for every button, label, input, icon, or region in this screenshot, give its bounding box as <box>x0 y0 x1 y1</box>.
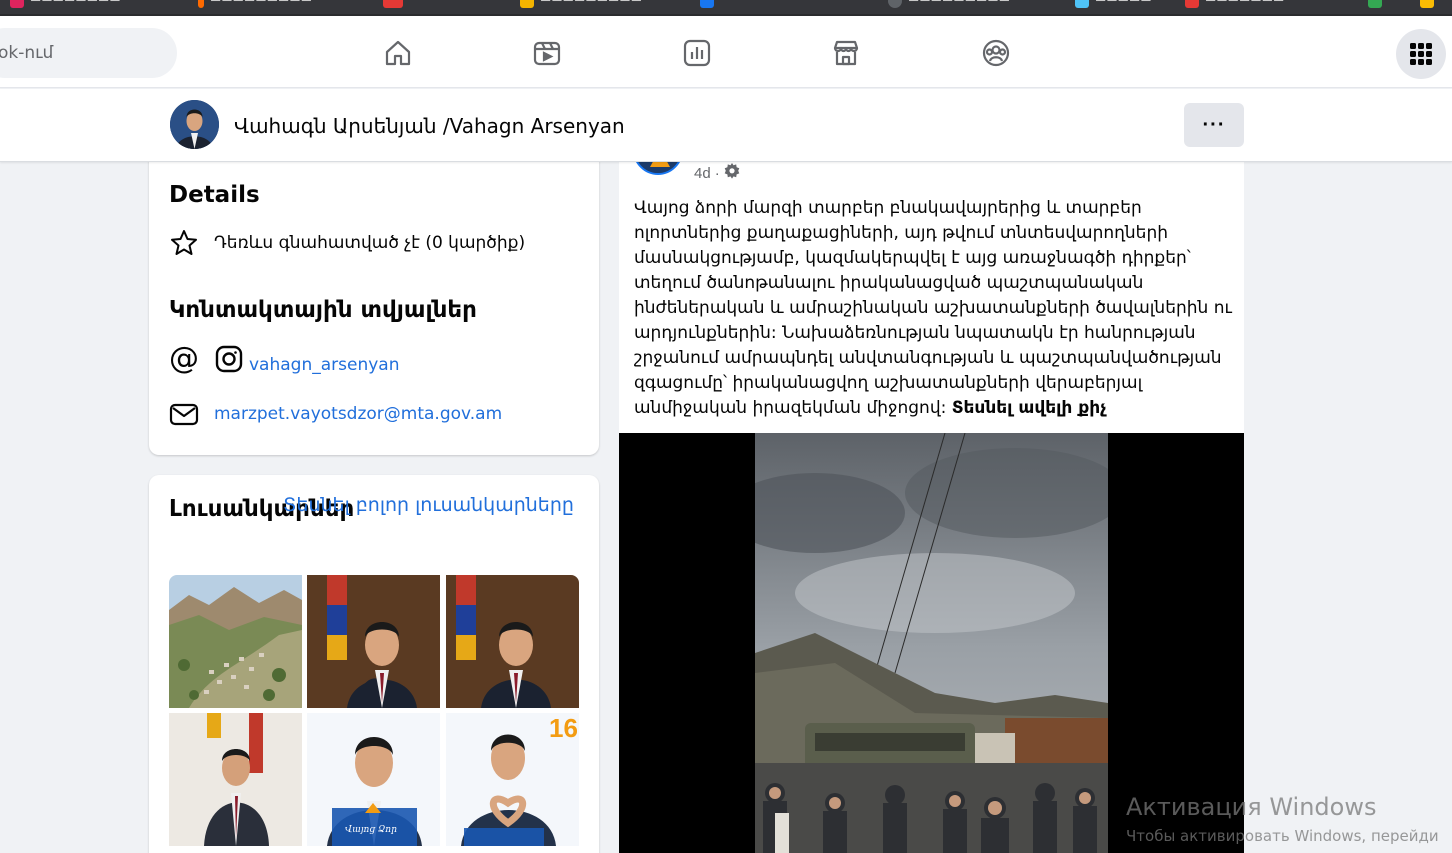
photo-badge-number: 16 <box>549 713 578 743</box>
watermark-title: Активация Windows <box>1126 793 1377 821</box>
separator-dot: · <box>714 164 720 182</box>
photo-thumbnail[interactable] <box>169 713 302 846</box>
bookmark-icon[interactable] <box>888 0 902 8</box>
photo-caption: Վայոց Ձոր <box>345 825 397 835</box>
bookmark-icon[interactable] <box>1368 0 1382 8</box>
bookmark-icon[interactable] <box>383 0 403 8</box>
photos-card: Լուսանկարներ Տեսնել բոլոր լուսանկարները <box>149 475 599 853</box>
bookmark-icon[interactable] <box>1185 0 1199 8</box>
photo-thumbnail[interactable] <box>307 575 440 708</box>
instagram-row: @ vahagn_arsenyan <box>169 341 400 376</box>
photo-thumbnail[interactable]: Վայոց Ձոր <box>307 713 440 846</box>
profile-header-bar: Վահագն Արսենյան /Vahagn Arsenyan ··· <box>0 89 1452 162</box>
post-timestamp[interactable]: 4d <box>694 165 711 182</box>
post-meta: 4d · <box>694 163 740 183</box>
ads-manager-icon[interactable] <box>680 36 714 70</box>
bookmark-icon[interactable] <box>1075 0 1089 8</box>
bookmark-icon[interactable] <box>700 0 714 8</box>
details-title: Details <box>169 182 260 208</box>
bookmark-label[interactable]: ▬▬▬▬▬▬▬▬▬ <box>210 0 312 5</box>
apps-grid-icon[interactable] <box>1396 29 1446 79</box>
watch-icon[interactable] <box>530 36 564 70</box>
search-input[interactable]: ok-ում <box>0 28 177 78</box>
see-less-link[interactable]: Տեսնել ավելի քիչ <box>952 398 1107 418</box>
see-all-photos-link[interactable]: Տեսնել բոլոր լուսանկարները <box>283 494 574 516</box>
intro-card: Details Դեռևս գնահատված չէ (0 կարծիք) Կո… <box>149 140 599 455</box>
bookmark-icon[interactable] <box>1420 0 1434 8</box>
email-link[interactable]: marzpet.vayotsdzor@mta.gov.am <box>214 404 502 424</box>
video-frame <box>755 433 1108 853</box>
contacts-title: Կոնտակտային տվյալներ <box>169 297 477 323</box>
bookmark-label[interactable]: ▬▬▬▬▬ <box>1095 0 1152 5</box>
photo-thumbnail[interactable] <box>169 575 302 708</box>
watermark-subtitle: Чтобы активировать Windows, перейди <box>1126 827 1439 845</box>
photos-title: Լուսանկարներ <box>169 496 355 522</box>
bookmark-icon[interactable] <box>198 0 204 8</box>
profile-avatar[interactable] <box>170 100 219 149</box>
post-card: 4d · Վայոց ձորի մարզի տարբեր բնակավայրեր… <box>619 140 1244 853</box>
instagram-link[interactable]: vahagn_arsenyan <box>249 355 400 375</box>
rating-row: Դեռևս գնահատված չէ (0 կարծիք) <box>169 228 525 258</box>
bookmark-icon[interactable] <box>520 0 534 8</box>
post-text: Վայոց ձորի մարզի տարբեր բնակավայրերից և … <box>634 196 1234 421</box>
browser-bookmarks-bar: ▬▬▬▬▬▬▬▬ ▬▬▬▬▬▬▬▬▬ ▬▬▬▬▬▬▬▬▬ ▬▬▬▬▬▬▬▬▬ ▬… <box>0 0 1452 16</box>
instagram-icon <box>214 344 244 374</box>
more-options-button[interactable]: ··· <box>1184 103 1244 147</box>
bookmark-label[interactable]: ▬▬▬▬▬▬▬▬ <box>30 0 121 5</box>
at-sign-icon: @ <box>169 341 199 376</box>
bookmark-label[interactable]: ▬▬▬▬▬▬▬ <box>1205 0 1284 5</box>
photo-thumbnail[interactable] <box>446 575 579 708</box>
gear-icon[interactable] <box>724 163 740 183</box>
email-icon <box>169 399 199 429</box>
bookmark-label[interactable]: ▬▬▬▬▬▬▬▬▬ <box>540 0 642 5</box>
windows-activation-watermark: Активация Windows Чтобы активировать Win… <box>1126 793 1439 845</box>
rating-text: Դեռևս գնահատված չէ (0 կարծիք) <box>214 233 526 253</box>
top-navigation: ok-ում <box>0 16 1452 88</box>
groups-icon[interactable] <box>979 36 1013 70</box>
bookmark-icon[interactable] <box>10 0 24 8</box>
post-body: Վայոց ձորի մարզի տարբեր բնակավայրերից և … <box>634 198 1232 418</box>
profile-name[interactable]: Վահագն Արսենյան /Vahagn Arsenyan <box>234 114 625 138</box>
home-icon[interactable] <box>381 36 415 70</box>
marketplace-icon[interactable] <box>829 36 863 70</box>
post-video[interactable] <box>619 433 1244 853</box>
bookmark-label[interactable]: ▬▬▬▬▬▬▬▬▬ <box>908 0 1010 5</box>
email-row: marzpet.vayotsdzor@mta.gov.am <box>169 399 502 429</box>
photo-thumbnail[interactable]: 16 <box>446 713 579 846</box>
star-icon <box>169 228 199 258</box>
